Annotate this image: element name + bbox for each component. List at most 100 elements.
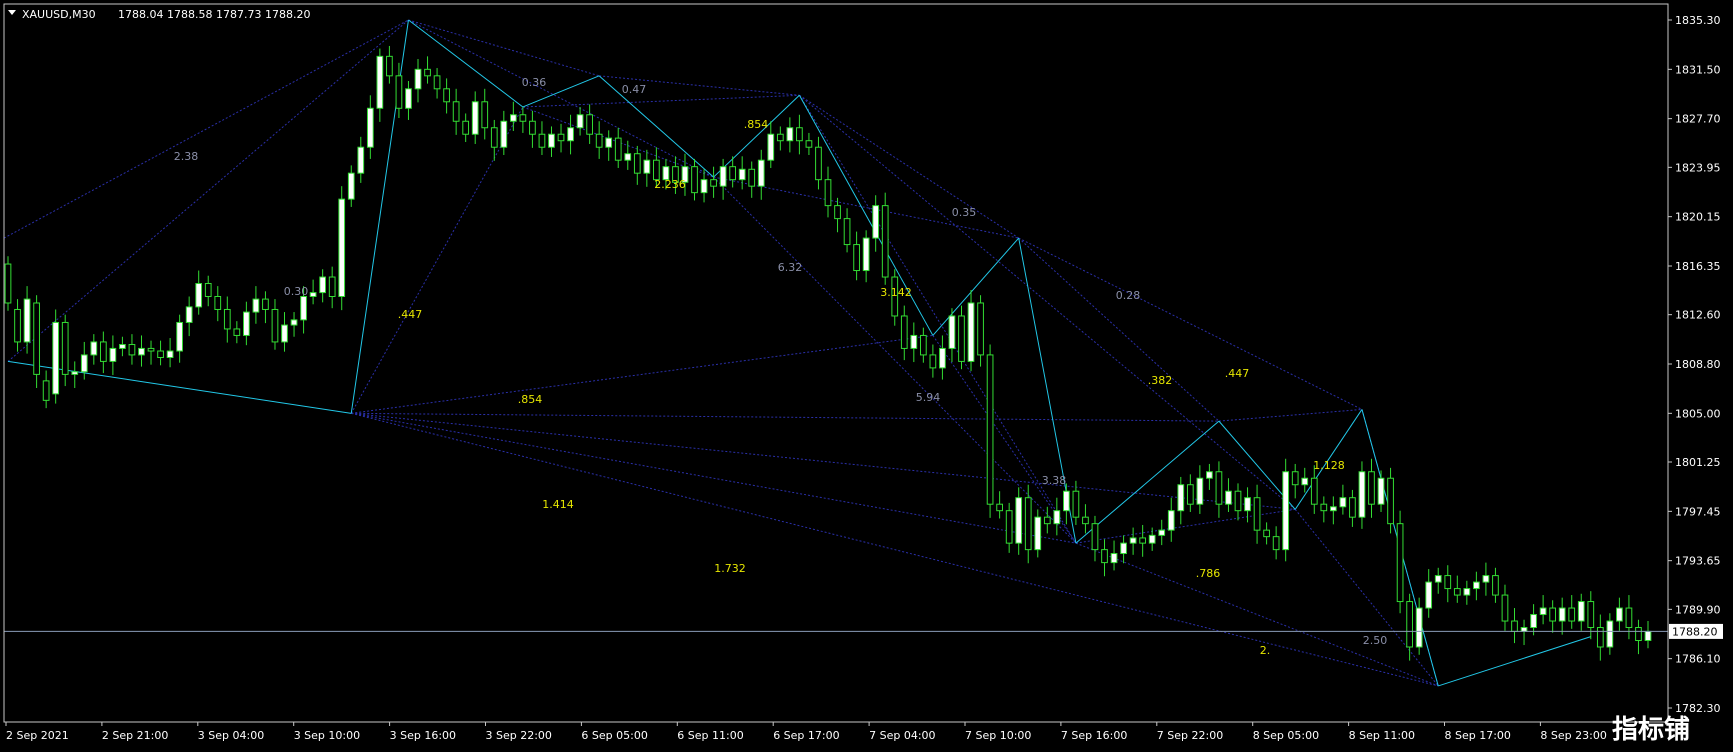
candle-body bbox=[595, 133, 603, 148]
fib-ratio-label: 2. bbox=[1260, 644, 1271, 657]
candle-body bbox=[548, 133, 555, 148]
candle-body bbox=[1453, 588, 1461, 596]
fib-ratio-label: 0.47 bbox=[622, 83, 647, 96]
candle-body bbox=[481, 101, 489, 129]
candle-body bbox=[700, 179, 708, 194]
candle-body bbox=[1368, 471, 1375, 505]
candle-body bbox=[576, 114, 584, 129]
candle-body bbox=[490, 127, 498, 148]
candle-body bbox=[176, 321, 183, 352]
candle-body bbox=[1387, 477, 1394, 525]
candle-body bbox=[824, 179, 832, 207]
candle-body bbox=[1158, 529, 1166, 536]
candle bbox=[986, 344, 994, 518]
candle-body bbox=[71, 371, 79, 375]
candle-body bbox=[166, 350, 174, 359]
fib-ratio-label: .382 bbox=[1148, 374, 1173, 387]
candle-body bbox=[900, 315, 908, 349]
candle-body bbox=[805, 140, 813, 148]
candle-body bbox=[1596, 627, 1604, 648]
y-tick-label: 1812.60 bbox=[1675, 309, 1721, 322]
candle-body bbox=[1167, 510, 1175, 531]
candle-body bbox=[281, 324, 288, 343]
fib-ratio-label: 3.38 bbox=[1042, 474, 1067, 487]
candle-body bbox=[1215, 471, 1223, 505]
candle-body bbox=[605, 137, 613, 148]
candle-body bbox=[1206, 471, 1213, 479]
candle-body bbox=[719, 166, 727, 187]
x-tick-label: 8 Sep 05:00 bbox=[1253, 729, 1319, 742]
candle-body bbox=[109, 347, 117, 362]
y-tick-label: 1805.00 bbox=[1675, 407, 1721, 420]
candle-body bbox=[1148, 534, 1156, 544]
candle-body bbox=[366, 107, 374, 148]
candle-body bbox=[929, 354, 937, 369]
candle-body bbox=[1291, 471, 1299, 486]
candle-body bbox=[185, 306, 193, 323]
candle-body bbox=[967, 302, 975, 362]
candle-body bbox=[910, 334, 918, 349]
candle-body bbox=[1616, 607, 1623, 622]
candle-body bbox=[862, 237, 870, 272]
candle-body bbox=[538, 133, 546, 148]
candle-body bbox=[309, 292, 317, 297]
candle-body bbox=[614, 137, 622, 161]
candle-body bbox=[204, 283, 212, 297]
candle-body bbox=[958, 315, 965, 362]
fib-ratio-label: .854 bbox=[744, 118, 769, 131]
x-tick-label: 3 Sep 22:00 bbox=[486, 729, 552, 742]
candle-body bbox=[80, 354, 88, 373]
candle-body bbox=[1358, 471, 1366, 518]
candle-body bbox=[1253, 497, 1261, 531]
current-price-tag: 1788.20 bbox=[1669, 623, 1723, 639]
candle-body bbox=[357, 146, 365, 174]
candle bbox=[52, 309, 60, 404]
candle-body bbox=[1539, 607, 1547, 616]
candle-body bbox=[1635, 627, 1642, 641]
candle-body bbox=[986, 354, 994, 505]
candle-body bbox=[452, 101, 460, 122]
candle-body bbox=[767, 133, 775, 161]
candle bbox=[338, 186, 346, 311]
candle-body bbox=[223, 308, 231, 330]
candle-body bbox=[1339, 497, 1347, 508]
candle-body bbox=[338, 198, 346, 297]
candle-body bbox=[414, 68, 422, 90]
candle-body bbox=[1063, 490, 1070, 512]
candle-body bbox=[853, 244, 860, 272]
candle-body bbox=[14, 308, 21, 343]
candle-body bbox=[624, 153, 632, 161]
candle-body bbox=[147, 347, 155, 352]
x-tick-label: 3 Sep 10:00 bbox=[294, 729, 360, 742]
candle-body bbox=[1406, 601, 1413, 648]
candle-body bbox=[1425, 581, 1433, 609]
candle bbox=[1282, 458, 1290, 562]
candle-body bbox=[691, 166, 698, 194]
candle-body bbox=[1091, 523, 1099, 551]
candle-body bbox=[1320, 503, 1328, 512]
candle-body bbox=[939, 347, 946, 369]
candle-body bbox=[1263, 529, 1270, 538]
x-tick-label: 2 Sep 21:00 bbox=[102, 729, 168, 742]
candle-body bbox=[529, 120, 536, 135]
candle-body bbox=[500, 120, 508, 148]
candle-body bbox=[300, 295, 307, 321]
candle-body bbox=[119, 344, 126, 349]
candle-body bbox=[252, 298, 260, 313]
candle-body bbox=[1606, 620, 1614, 648]
watermark-logo: 指标铺 bbox=[1612, 715, 1690, 745]
candle-body bbox=[643, 159, 651, 174]
candle-body bbox=[290, 319, 298, 326]
x-tick-label: 3 Sep 04:00 bbox=[198, 729, 264, 742]
candle-body bbox=[834, 205, 841, 220]
candle bbox=[33, 295, 40, 389]
candle-body bbox=[23, 298, 31, 343]
candle-body bbox=[1024, 497, 1032, 551]
candle-body bbox=[1282, 471, 1290, 551]
y-tick-label: 1835.30 bbox=[1675, 14, 1721, 27]
fib-ratio-label: 1.128 bbox=[1313, 459, 1345, 472]
candle-body bbox=[214, 295, 222, 310]
y-tick-label: 1820.15 bbox=[1675, 211, 1721, 224]
candle-body bbox=[328, 276, 336, 297]
candle-body bbox=[710, 179, 717, 187]
